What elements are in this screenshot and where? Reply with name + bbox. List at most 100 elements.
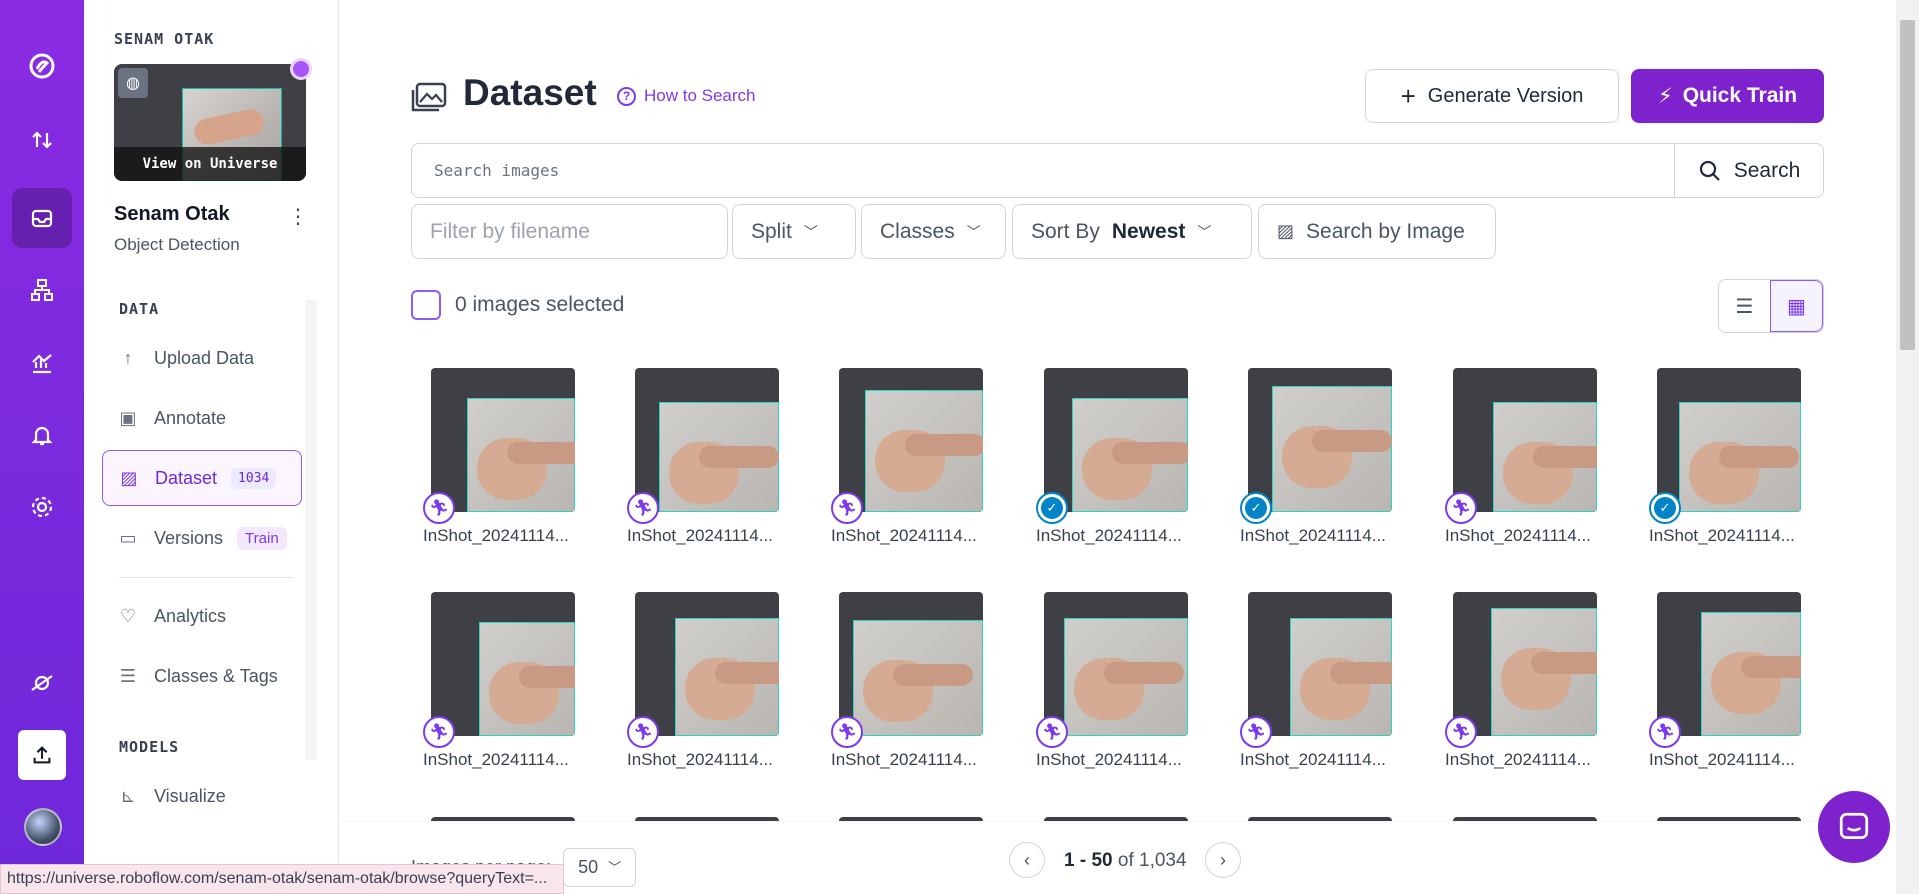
analytics-chart-icon[interactable] bbox=[12, 333, 72, 393]
image-thumbnail[interactable] bbox=[1044, 368, 1188, 512]
image-filename: InShot_20241114... bbox=[627, 750, 773, 769]
image-card[interactable]: ✓ InShot_20241114... bbox=[1024, 368, 1188, 558]
image-card[interactable]: ✓ InShot_20241114... bbox=[1637, 368, 1801, 558]
chat-support-button[interactable] bbox=[1818, 791, 1890, 863]
image-filename: InShot_20241114... bbox=[1649, 526, 1795, 545]
image-card[interactable]: 🏃︎ InShot_20241114... bbox=[1433, 368, 1597, 558]
image-filename: InShot_20241114... bbox=[1240, 750, 1386, 769]
image-card[interactable]: 🏃︎ InShot_20241114... bbox=[1228, 592, 1392, 782]
selection-count: 0 images selected bbox=[455, 293, 625, 316]
sort-dropdown[interactable]: Sort By Newest ﹀ bbox=[1012, 204, 1252, 259]
sort-label: Sort By bbox=[1031, 219, 1100, 243]
project-sidebar: SENAM OTAK ◍ View on Universe Senam Otak… bbox=[84, 0, 339, 894]
approved-shield-icon: ✓ bbox=[1240, 492, 1272, 524]
image-card[interactable]: 🏃︎ InShot_20241114... bbox=[819, 368, 983, 558]
image-card[interactable]: 🏃︎ InShot_20241114... bbox=[615, 592, 779, 782]
image-thumbnail[interactable] bbox=[1248, 368, 1392, 512]
image-thumbnail[interactable] bbox=[635, 592, 779, 736]
bell-icon[interactable] bbox=[12, 405, 72, 465]
sidebar-scrollbar[interactable] bbox=[305, 300, 317, 760]
sidebar-item-label: Analytics bbox=[154, 605, 227, 626]
classes-dropdown[interactable]: Classes ﹀ bbox=[861, 204, 1006, 259]
image-thumbnail[interactable] bbox=[431, 592, 575, 736]
hand-finger bbox=[893, 664, 973, 686]
image-filename: InShot_20241114... bbox=[1649, 750, 1795, 769]
sidebar-item-label: Versions bbox=[154, 527, 224, 548]
filename-filter-input[interactable]: Filter by filename bbox=[411, 204, 728, 259]
sidebar-item-analytics[interactable]: ♡ Analytics bbox=[102, 588, 302, 644]
image-thumbnail[interactable] bbox=[1248, 592, 1392, 736]
image-thumbnail[interactable] bbox=[1453, 368, 1597, 512]
sidebar-item-visualize[interactable]: ⊾ Visualize bbox=[102, 768, 302, 824]
image-card[interactable]: 🏃︎ InShot_20241114... bbox=[1637, 592, 1801, 782]
image-filename: InShot_20241114... bbox=[1036, 526, 1182, 545]
image-thumbnail[interactable] bbox=[1657, 368, 1801, 512]
how-to-search-label: How to Search bbox=[644, 86, 756, 105]
upload-button[interactable] bbox=[18, 730, 66, 780]
image-filename: InShot_20241114... bbox=[627, 526, 773, 545]
prev-page-button[interactable]: ‹ bbox=[1009, 842, 1045, 878]
icon-rail bbox=[0, 0, 84, 894]
search-input[interactable]: Search images bbox=[411, 143, 1675, 198]
image-filename: InShot_20241114... bbox=[831, 750, 977, 769]
image-thumbnail[interactable] bbox=[1453, 592, 1597, 736]
image-card[interactable]: 🏃︎ InShot_20241114... bbox=[1433, 592, 1597, 782]
how-to-search-link[interactable]: ? How to Search bbox=[617, 86, 756, 106]
next-page-button[interactable]: › bbox=[1205, 842, 1241, 878]
image-card[interactable]: 🏃︎ InShot_20241114... bbox=[411, 368, 575, 558]
grid-view-icon[interactable]: ▦ bbox=[1770, 280, 1823, 332]
split-label: Split bbox=[751, 219, 792, 243]
hand-finger bbox=[1312, 430, 1392, 452]
project-thumbnail[interactable]: ◍ View on Universe bbox=[114, 64, 306, 181]
image-card[interactable]: ✓ InShot_20241114... bbox=[1228, 368, 1392, 558]
settings-gear-icon[interactable] bbox=[12, 477, 72, 537]
search-by-image-button[interactable]: ▨ Search by Image bbox=[1258, 204, 1496, 259]
universe-planet-icon[interactable] bbox=[12, 653, 72, 713]
globe-icon[interactable]: ◍ bbox=[118, 68, 148, 98]
list-view-icon[interactable]: ☰ bbox=[1719, 280, 1770, 332]
page-scrollbar[interactable] bbox=[1896, 0, 1919, 894]
image-thumbnail[interactable] bbox=[1044, 592, 1188, 736]
more-options-icon[interactable]: ⋮ bbox=[288, 204, 308, 229]
status-dot bbox=[290, 58, 312, 80]
list-icon: ☰ bbox=[119, 665, 137, 686]
view-toggle[interactable]: ☰ ▦ bbox=[1718, 279, 1824, 333]
roboflow-logo-icon[interactable] bbox=[12, 36, 72, 96]
image-thumbnail[interactable] bbox=[839, 592, 983, 736]
scrollbar-thumb[interactable] bbox=[1900, 20, 1915, 350]
data-section-heading: DATA bbox=[119, 300, 160, 318]
image-card[interactable]: 🏃︎ InShot_20241114... bbox=[1024, 592, 1188, 782]
select-all[interactable]: 0 images selected bbox=[411, 290, 624, 320]
split-dropdown[interactable]: Split ﹀ bbox=[732, 204, 856, 259]
status-bar-url: https://universe.roboflow.com/senam-otak… bbox=[0, 864, 565, 894]
sort-arrows-icon[interactable] bbox=[12, 110, 72, 170]
per-page-select[interactable]: 50 ﹀ bbox=[563, 848, 637, 887]
sidebar-item-versions[interactable]: ▭ Versions Train bbox=[102, 510, 302, 566]
sidebar-item-dataset[interactable]: ▨ Dataset 1034 bbox=[102, 450, 302, 506]
sidebar-item-classes-tags[interactable]: ☰ Classes & Tags bbox=[102, 648, 302, 704]
models-section-heading: MODELS bbox=[119, 738, 180, 756]
image-thumbnail[interactable] bbox=[635, 368, 779, 512]
quick-train-button[interactable]: ⚡ Quick Train bbox=[1631, 69, 1824, 123]
select-all-checkbox[interactable] bbox=[411, 290, 441, 320]
sidebar-item-annotate[interactable]: ▣ Annotate bbox=[102, 390, 302, 446]
sidebar-item-upload-data[interactable]: ↑ Upload Data bbox=[102, 330, 302, 386]
hierarchy-icon[interactable] bbox=[12, 260, 72, 320]
page-title: Dataset bbox=[463, 72, 597, 113]
generate-version-button[interactable]: + Generate Version bbox=[1365, 69, 1619, 123]
image-thumbnail[interactable] bbox=[1657, 592, 1801, 736]
image-card[interactable]: 🏃︎ InShot_20241114... bbox=[819, 592, 983, 782]
image-thumbnail[interactable] bbox=[431, 368, 575, 512]
image-card[interactable]: 🏃︎ InShot_20241114... bbox=[411, 592, 575, 782]
image-card[interactable]: 🏃︎ InShot_20241114... bbox=[615, 368, 779, 558]
image-thumbnail[interactable] bbox=[839, 368, 983, 512]
image-filename: InShot_20241114... bbox=[1445, 526, 1591, 545]
sidebar-item-label: Upload Data bbox=[154, 347, 255, 368]
hand-finger bbox=[519, 666, 575, 688]
of-label: of bbox=[1117, 850, 1134, 871]
per-page-value: 50 bbox=[578, 857, 599, 877]
user-avatar[interactable] bbox=[24, 808, 62, 846]
view-on-universe-link[interactable]: View on Universe bbox=[114, 147, 306, 181]
inbox-icon[interactable] bbox=[12, 188, 72, 248]
search-button[interactable]: Search bbox=[1674, 143, 1824, 198]
